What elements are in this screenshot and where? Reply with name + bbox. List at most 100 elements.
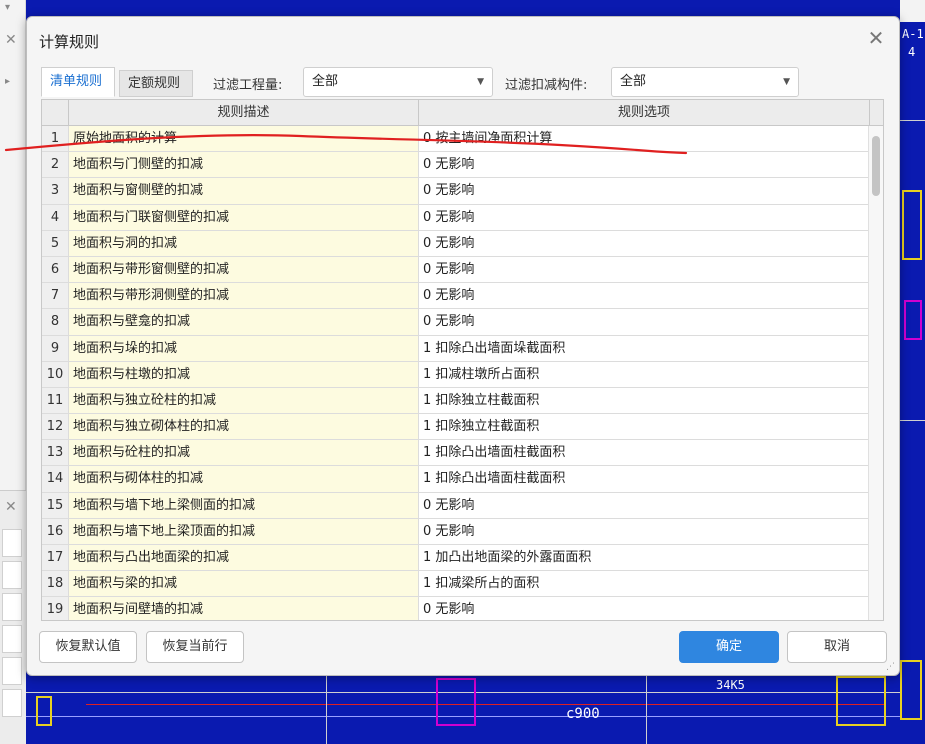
row-number: 17 — [42, 545, 69, 571]
rule-description-cell: 地面积与垛的扣减 — [69, 335, 419, 361]
rule-option-cell[interactable]: 1 扣减柱墩所占面积 — [419, 361, 870, 387]
cad-canvas-bottom: c900 34K5 — [26, 676, 900, 744]
row-number: 13 — [42, 440, 69, 466]
row-number: 6 — [42, 256, 69, 283]
rule-option-cell[interactable]: 0 无影响 — [419, 492, 870, 518]
cad-label: 4 — [908, 45, 916, 59]
rule-option-cell[interactable]: 1 扣除独立柱截面积 — [419, 414, 870, 440]
rule-option-cell[interactable]: 0 无影响 — [419, 518, 870, 544]
rule-option-cell[interactable]: 0 无影响 — [419, 230, 870, 256]
row-number: 4 — [42, 204, 69, 230]
chevron-down-icon: ▼ — [783, 77, 790, 87]
filter-component-select[interactable]: 全部 ▼ — [611, 67, 799, 97]
rule-option-cell[interactable]: 1 扣减梁所占的面积 — [419, 571, 870, 597]
ok-button[interactable]: 确定 — [679, 631, 779, 663]
rule-option-cell[interactable]: 0 无影响 — [419, 597, 870, 620]
cancel-button[interactable]: 取消 — [787, 631, 887, 663]
chevron-down-icon: ▼ — [477, 77, 484, 87]
panel-cell — [2, 657, 22, 685]
table-row[interactable]: 13 地面积与砼柱的扣减 1 扣除凸出墙面柱截面积 — [42, 440, 883, 467]
rule-description-cell: 地面积与壁龛的扣减 — [69, 309, 419, 335]
rule-description-cell: 地面积与带形窗侧壁的扣减 — [69, 256, 419, 283]
close-icon[interactable]: ✕ — [5, 499, 17, 515]
header-row-number — [42, 100, 69, 126]
row-number: 19 — [42, 597, 69, 620]
row-number: 8 — [42, 309, 69, 335]
rule-option-cell[interactable]: 1 扣除凸出墙面柱截面积 — [419, 440, 870, 466]
rule-option-cell[interactable]: 1 扣除凸出墙面垛截面积 — [419, 335, 870, 361]
rule-description-cell: 地面积与墙下地上梁顶面的扣减 — [69, 518, 419, 544]
panel-cell — [2, 625, 22, 653]
table-row[interactable]: 14 地面积与砌体柱的扣减 1 扣除凸出墙面柱截面积 — [42, 466, 883, 493]
rule-option-cell[interactable]: 0 无影响 — [419, 178, 870, 204]
cad-element — [902, 190, 922, 260]
row-number: 11 — [42, 387, 69, 414]
close-icon[interactable]: ✕ — [865, 27, 887, 49]
rule-option-cell[interactable]: 1 加凸出地面梁的外露面面积 — [419, 545, 870, 571]
row-number: 12 — [42, 414, 69, 440]
panel-cell — [2, 529, 22, 557]
table-row[interactable]: 8 地面积与壁龛的扣减 0 无影响 — [42, 309, 883, 336]
panel-cell — [2, 689, 22, 717]
table-row[interactable]: 5 地面积与洞的扣减 0 无影响 — [42, 230, 883, 257]
table-row[interactable]: 11 地面积与独立砼柱的扣减 1 扣除独立柱截面积 — [42, 387, 883, 415]
filter-quantity-select[interactable]: 全部 ▼ — [303, 67, 493, 97]
row-number: 7 — [42, 283, 69, 309]
table-row[interactable]: 10 地面积与柱墩的扣减 1 扣减柱墩所占面积 — [42, 361, 883, 388]
table-row[interactable]: 15 地面积与墙下地上梁侧面的扣减 0 无影响 — [42, 492, 883, 519]
cad-line — [326, 676, 327, 744]
resize-grip-icon[interactable]: ⋰ — [886, 662, 896, 672]
close-icon[interactable]: ✕ — [5, 32, 17, 48]
background-lower-panel: ✕ — [0, 490, 26, 744]
table-row[interactable]: 7 地面积与带形洞侧壁的扣减 0 无影响 — [42, 283, 883, 310]
panel-cell — [2, 561, 22, 589]
rule-description-cell: 地面积与独立砼柱的扣减 — [69, 387, 419, 414]
tab-bill-rules[interactable]: 清单规则 — [41, 67, 115, 97]
table-row[interactable]: 9 地面积与垛的扣减 1 扣除凸出墙面垛截面积 — [42, 335, 883, 362]
rule-description-cell: 地面积与间壁墙的扣减 — [69, 597, 419, 620]
row-number: 3 — [42, 178, 69, 204]
chevron-down-icon[interactable]: ▾ — [5, 2, 10, 13]
table-row[interactable]: 3 地面积与窗侧壁的扣减 0 无影响 — [42, 178, 883, 205]
table-row[interactable]: 18 地面积与梁的扣减 1 扣减梁所占的面积 — [42, 571, 883, 598]
restore-default-button[interactable]: 恢复默认值 — [39, 631, 137, 663]
cad-element — [836, 676, 886, 726]
cad-text: 34K5 — [716, 678, 745, 692]
rule-option-cell[interactable]: 0 无影响 — [419, 152, 870, 178]
table-row[interactable]: 19 地面积与间壁墙的扣减 0 无影响 — [42, 597, 883, 620]
rule-option-cell[interactable]: 0 无影响 — [419, 204, 870, 230]
scrollbar-thumb[interactable] — [872, 136, 880, 196]
table-row[interactable]: 2 地面积与门侧壁的扣减 0 无影响 — [42, 152, 883, 179]
tab-quota-rules[interactable]: 定额规则 — [119, 70, 193, 97]
table-row[interactable]: 4 地面积与门联窗侧壁的扣减 0 无影响 — [42, 204, 883, 231]
rules-table: 规则描述 规则选项 1 原始地面积的计算 0 按主墙间净面积计算 2 地面积与门侧壁的扣… — [41, 99, 884, 621]
rule-description-cell: 地面积与砼柱的扣减 — [69, 440, 419, 466]
table-row[interactable]: 17 地面积与凸出地面梁的扣减 1 加凸出地面梁的外露面面积 — [42, 545, 883, 572]
rule-option-cell[interactable]: 0 无影响 — [419, 256, 870, 283]
rule-description-cell: 地面积与洞的扣减 — [69, 230, 419, 256]
chevron-right-icon[interactable]: ▸ — [5, 76, 10, 87]
table-row[interactable]: 6 地面积与带形窗侧壁的扣减 0 无影响 — [42, 256, 883, 284]
rule-option-cell[interactable]: 1 扣除凸出墙面柱截面积 — [419, 466, 870, 492]
cad-element — [900, 660, 922, 720]
canvas-toolbar — [900, 0, 925, 22]
rule-option-cell[interactable]: 1 扣除独立柱截面积 — [419, 387, 870, 414]
cad-line — [900, 120, 925, 121]
background-left-panel: ✕ ▾ ▸ ✕ — [0, 0, 26, 744]
rule-description-cell: 原始地面积的计算 — [69, 126, 419, 152]
filter-component-label: 过滤扣减构件: — [505, 78, 588, 93]
table-row[interactable]: 12 地面积与独立砌体柱的扣减 1 扣除独立柱截面积 — [42, 414, 883, 441]
rule-option-cell[interactable]: 0 无影响 — [419, 283, 870, 309]
table-row[interactable]: 16 地面积与墙下地上梁顶面的扣减 0 无影响 — [42, 518, 883, 545]
rule-option-cell[interactable]: 0 按主墙间净面积计算 — [419, 126, 870, 152]
rule-description-cell: 地面积与凸出地面梁的扣减 — [69, 545, 419, 571]
rule-description-cell: 地面积与梁的扣减 — [69, 571, 419, 597]
row-number: 2 — [42, 152, 69, 178]
rule-description-cell: 地面积与柱墩的扣减 — [69, 361, 419, 387]
rule-option-cell[interactable]: 0 无影响 — [419, 309, 870, 335]
table-row[interactable]: 1 原始地面积的计算 0 按主墙间净面积计算 — [42, 126, 883, 153]
vertical-scrollbar[interactable] — [868, 126, 883, 620]
table-body: 1 原始地面积的计算 0 按主墙间净面积计算 2 地面积与门侧壁的扣减 0 无影响 3 地面积… — [42, 126, 883, 620]
cad-text: c900 — [566, 706, 600, 722]
restore-current-row-button[interactable]: 恢复当前行 — [146, 631, 244, 663]
